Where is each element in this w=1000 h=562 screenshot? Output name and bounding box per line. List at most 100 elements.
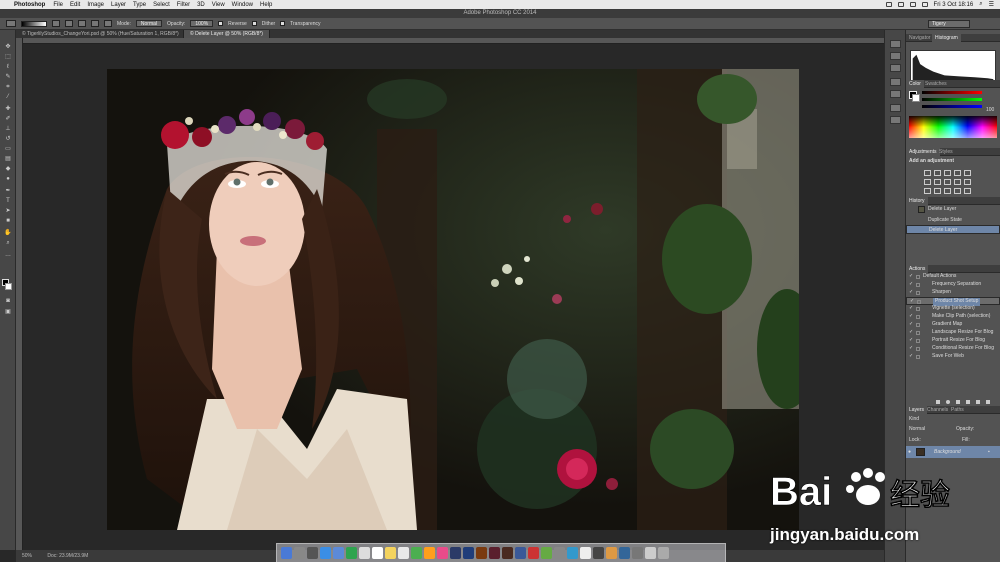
levels-icon[interactable] [934, 170, 941, 176]
reflected-gradient-icon[interactable] [91, 20, 99, 27]
posterize-icon[interactable] [934, 188, 941, 194]
action-item[interactable]: ✓ Gradient Map [906, 321, 1000, 329]
action-item[interactable]: ✓ Make Clip Path (selection) [906, 313, 1000, 321]
app-icon-2[interactable] [528, 547, 539, 559]
check-icon[interactable]: ✓ [909, 321, 913, 329]
battery-icon[interactable] [921, 2, 928, 7]
panel-info-icon[interactable] [890, 64, 901, 72]
quick-select-tool-icon[interactable]: ✎ [4, 74, 12, 80]
mission-control-icon[interactable] [307, 547, 318, 559]
dialog-toggle[interactable] [916, 331, 920, 335]
downloads-stack-icon[interactable] [645, 547, 656, 559]
menu-file[interactable]: File [53, 2, 63, 8]
gradient-tool-icon[interactable]: ▤ [4, 156, 12, 162]
opacity-input[interactable]: 100% [190, 20, 214, 27]
background-color-swatch[interactable] [5, 283, 12, 290]
record-icon[interactable] [946, 400, 950, 404]
screen-mode-icon[interactable]: ▣ [4, 309, 12, 315]
tab-paths[interactable]: Paths [948, 406, 967, 414]
healing-tool-icon[interactable]: ✚ [4, 106, 12, 112]
mode-select[interactable]: Normal [135, 20, 163, 27]
dialog-toggle[interactable] [916, 315, 920, 319]
lightroom-icon[interactable] [450, 547, 461, 559]
clone-stamp-tool-icon[interactable]: ⊥ [4, 126, 12, 132]
action-item-selected[interactable]: ✓ Product Shot Setup [906, 297, 1000, 306]
app-icon-4[interactable] [554, 547, 565, 559]
app-icon-5[interactable] [567, 547, 578, 559]
blend-mode-select[interactable]: Normal [909, 426, 925, 432]
radial-gradient-icon[interactable] [65, 20, 73, 27]
dialog-toggle[interactable] [916, 355, 920, 359]
delete-action-icon[interactable] [986, 400, 990, 404]
crop-tool-icon[interactable]: ⌗ [4, 84, 12, 90]
diamond-gradient-icon[interactable] [104, 20, 112, 27]
menu-view[interactable]: View [212, 2, 225, 8]
more-tools-icon[interactable]: … [4, 252, 12, 258]
reminders-icon[interactable] [398, 547, 409, 559]
tab-history[interactable]: History [906, 197, 928, 205]
spotlight-icon[interactable]: ⌕ [979, 1, 982, 8]
trash-icon[interactable] [658, 547, 669, 559]
transparency-checkbox[interactable] [280, 21, 286, 26]
new-action-icon[interactable] [976, 400, 980, 404]
action-item[interactable]: ✓ Landscape Resize For Blog [906, 329, 1000, 337]
tab-swatches[interactable]: Swatches [922, 80, 950, 88]
photoshop-icon[interactable] [463, 547, 474, 559]
color-value[interactable]: 100 [986, 107, 994, 113]
dialog-toggle[interactable] [916, 275, 920, 279]
lasso-tool-icon[interactable]: ℓ [4, 64, 12, 70]
gradient-map-icon[interactable] [954, 188, 961, 194]
history-item-selected[interactable]: Delete Layer [906, 225, 1000, 234]
check-icon[interactable]: ✓ [909, 313, 913, 321]
calendar-icon[interactable] [372, 547, 383, 559]
color-background-swatch[interactable] [912, 94, 920, 102]
volume-icon[interactable] [909, 2, 916, 7]
app-icon-10[interactable] [632, 547, 643, 559]
angle-gradient-icon[interactable] [78, 20, 86, 27]
red-slider[interactable] [922, 91, 982, 94]
quick-mask-icon[interactable]: ◙ [4, 298, 12, 304]
menu-edit[interactable]: Edit [70, 2, 80, 8]
color-balance-icon[interactable] [934, 179, 941, 185]
workspace-select[interactable]: Tigery [928, 20, 970, 28]
dodge-tool-icon[interactable]: ● [4, 176, 12, 182]
tab-histogram[interactable]: Histogram [932, 34, 961, 42]
eraser-tool-icon[interactable]: ▭ [4, 146, 12, 152]
check-icon[interactable]: ✓ [909, 281, 913, 289]
shape-tool-icon[interactable]: ■ [4, 218, 12, 224]
dither-checkbox[interactable] [251, 21, 257, 26]
menu-help[interactable]: Help [260, 2, 272, 8]
threshold-icon[interactable] [944, 188, 951, 194]
dialog-toggle[interactable] [916, 283, 920, 287]
menu-select[interactable]: Select [153, 2, 170, 8]
app-icon-9[interactable] [619, 547, 630, 559]
dialog-toggle[interactable] [916, 307, 920, 311]
check-icon[interactable]: ✓ [909, 305, 913, 313]
type-tool-icon[interactable]: T [4, 198, 12, 204]
exposure-icon[interactable] [954, 170, 961, 176]
gradient-swatch[interactable] [21, 20, 47, 27]
zoom-tool-icon[interactable]: ⌕ [4, 240, 12, 246]
history-item[interactable]: Delete Layer [906, 205, 1000, 214]
doc-size[interactable]: Doc: 23.9M/23.9M [47, 553, 88, 559]
history-brush-tool-icon[interactable]: ↺ [4, 136, 12, 142]
hue-saturation-icon[interactable] [924, 179, 931, 185]
itunes-icon[interactable] [437, 547, 448, 559]
menu-window[interactable]: Window [232, 2, 253, 8]
notifications-icon[interactable]: ☰ [989, 1, 994, 8]
panel-brush-icon[interactable] [890, 78, 901, 86]
app-icon-3[interactable] [541, 547, 552, 559]
dropbox-icon[interactable] [885, 2, 892, 7]
app-menu[interactable]: Photoshop [14, 2, 45, 8]
photo-filter-icon[interactable] [954, 179, 961, 185]
tool-preset-icon[interactable] [6, 20, 16, 27]
action-item[interactable]: ✓ Conditional Resize For Blog [906, 345, 1000, 353]
panel-history-icon[interactable] [890, 40, 901, 48]
check-icon[interactable]: ✓ [909, 289, 913, 297]
panel-paragraph-icon[interactable] [890, 116, 901, 124]
zoom-level[interactable]: 50% [22, 553, 32, 559]
blue-slider[interactable] [922, 105, 982, 108]
photos-icon[interactable] [424, 547, 435, 559]
menu-filter[interactable]: Filter [177, 2, 190, 8]
finder-icon[interactable] [281, 547, 292, 559]
